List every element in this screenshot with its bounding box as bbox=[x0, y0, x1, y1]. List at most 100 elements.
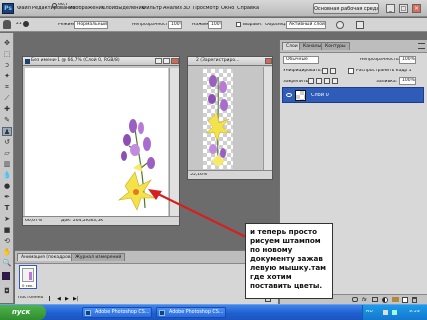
lock-pixels-icon[interactable] bbox=[316, 78, 322, 84]
link-layers-icon[interactable] bbox=[352, 297, 358, 302]
blend-mode-select[interactable]: Обычные bbox=[283, 56, 319, 64]
blur-tool-icon[interactable]: 💧 bbox=[2, 171, 12, 180]
3d-rotate-tool-icon[interactable]: ⟲ bbox=[2, 237, 12, 246]
menu-layers[interactable]: Слои bbox=[102, 6, 115, 11]
maximize-button[interactable]: □ bbox=[399, 4, 408, 13]
magic-wand-tool-icon[interactable]: ✦ bbox=[2, 72, 12, 81]
zoom-icon[interactable] bbox=[52, 3, 57, 8]
eyedropper-tool-icon[interactable]: ⟋ bbox=[2, 94, 12, 103]
layer-opacity-field[interactable]: 100% bbox=[399, 56, 416, 64]
marquee-tool-icon[interactable]: ⬚ bbox=[2, 50, 12, 59]
lock-position-icon[interactable] bbox=[324, 78, 330, 84]
menu-image[interactable]: Изображение bbox=[69, 6, 105, 11]
shape-tool-icon[interactable]: ■ bbox=[2, 226, 12, 235]
loop-select[interactable]: Постоянно bbox=[18, 296, 43, 301]
document-1-close-icon[interactable] bbox=[171, 58, 179, 64]
lasso-tool-icon[interactable]: ↄ bbox=[2, 61, 12, 70]
crop-tool-icon[interactable]: ⌗ bbox=[2, 83, 12, 92]
menu-analysis[interactable]: Анализ bbox=[163, 6, 182, 11]
brush-size-value[interactable]: 21 bbox=[16, 22, 22, 27]
tab-paths[interactable]: Контуры bbox=[321, 42, 350, 50]
pressure-tablet-icon[interactable] bbox=[356, 21, 364, 29]
brush-picker-icon[interactable] bbox=[23, 21, 29, 27]
normalize-position-icon[interactable] bbox=[322, 68, 328, 74]
document-1-maximize-icon[interactable] bbox=[163, 58, 170, 64]
menu-help[interactable]: Справка bbox=[237, 6, 259, 11]
document-1-zoom-value[interactable]: 66,67% bbox=[25, 219, 42, 224]
panel-menu-icon[interactable] bbox=[418, 43, 425, 49]
sample-select[interactable]: Активный слой bbox=[286, 21, 326, 29]
first-frame-icon[interactable] bbox=[49, 296, 54, 301]
spread-frame-checkbox[interactable] bbox=[348, 68, 354, 74]
normalize-label: Унифицировать: bbox=[283, 69, 323, 73]
healing-brush-tool-icon[interactable]: ✚ bbox=[2, 105, 12, 114]
layer-visibility-eye-icon[interactable] bbox=[286, 93, 292, 97]
taskbar-item-photoshop-2[interactable]: Adobe Photoshop CS... bbox=[156, 307, 226, 318]
ignore-adjustment-icon[interactable] bbox=[336, 21, 344, 29]
document-2-canvas[interactable] bbox=[203, 69, 233, 169]
pen-tool-icon[interactable]: ✒ bbox=[2, 193, 12, 202]
volume-icon[interactable] bbox=[383, 310, 388, 315]
history-brush-tool-icon[interactable]: ↺ bbox=[2, 138, 12, 147]
document-1-doc-size[interactable]: Док: 264,2K/83,5K bbox=[61, 219, 103, 224]
adjustment-layer-icon[interactable] bbox=[382, 297, 388, 303]
document-1-minimize-icon[interactable] bbox=[155, 58, 162, 64]
hand-tool-icon[interactable]: ✋ bbox=[2, 248, 12, 257]
language-indicator[interactable]: RU bbox=[366, 310, 373, 315]
gradient-tool-icon[interactable]: ▥ bbox=[2, 160, 12, 169]
clock[interactable]: 9:39 bbox=[409, 310, 420, 315]
menu-view[interactable]: Просмотр bbox=[193, 6, 219, 11]
animation-body bbox=[15, 263, 278, 305]
photoshop-logo[interactable]: Ps bbox=[2, 3, 14, 14]
minimize-button[interactable]: _ bbox=[386, 4, 395, 13]
start-button[interactable]: пуск bbox=[0, 305, 46, 320]
mode-select[interactable]: Нормальный bbox=[74, 21, 108, 29]
workspace-button[interactable]: Основная рабочая среда bbox=[313, 3, 379, 14]
layer-style-icon[interactable]: fx bbox=[362, 297, 367, 303]
add-mask-icon[interactable] bbox=[372, 297, 378, 302]
next-frame-icon[interactable]: ▶| bbox=[73, 296, 79, 302]
dodge-tool-icon[interactable]: ● bbox=[2, 182, 12, 191]
close-button[interactable]: × bbox=[412, 4, 421, 13]
pressure-field[interactable]: 100% bbox=[208, 21, 222, 29]
tab-measurement-log[interactable]: Журнал измерений bbox=[71, 253, 126, 261]
clone-stamp-tool-icon[interactable] bbox=[3, 20, 11, 29]
opacity-field[interactable]: 100% bbox=[168, 21, 182, 29]
document-2-zoom-value[interactable]: 55,16% bbox=[190, 173, 207, 178]
document-2-vertical-scrollbar[interactable] bbox=[263, 67, 272, 170]
network-icon[interactable] bbox=[392, 310, 397, 315]
document-2-close-icon[interactable] bbox=[265, 58, 272, 64]
frame-1[interactable]: 0 сек. bbox=[19, 265, 37, 289]
brush-tool-icon[interactable]: ✎ bbox=[2, 116, 12, 125]
layer-row[interactable]: Слой 0 bbox=[282, 87, 424, 103]
document-2-title[interactable]: 2 (Зарегистриро... bbox=[188, 57, 272, 66]
zoom-level[interactable]: 66,7 bbox=[58, 3, 68, 8]
foreground-color-swatch[interactable] bbox=[2, 272, 10, 280]
menu-select[interactable]: Выделение bbox=[115, 6, 145, 11]
layer-name[interactable]: Слой 0 bbox=[311, 93, 329, 98]
move-tool-icon[interactable]: ✥ bbox=[2, 39, 12, 48]
clone-stamp-tool-button-icon[interactable]: ♟ bbox=[2, 127, 12, 136]
eraser-tool-icon[interactable]: ▱ bbox=[2, 149, 12, 158]
lock-label: Закрепить: bbox=[283, 80, 310, 84]
previous-frame-icon[interactable]: ◀ bbox=[57, 296, 61, 302]
taskbar-item-photoshop-1[interactable]: Adobe Photoshop CS... bbox=[82, 307, 152, 318]
quick-mask-icon[interactable]: ◘ bbox=[2, 287, 12, 296]
menu-filter[interactable]: Фильтр bbox=[142, 6, 162, 11]
play-icon[interactable]: ▶ bbox=[65, 296, 69, 302]
menu-3d[interactable]: 3D bbox=[183, 6, 190, 11]
fill-field[interactable]: 100% bbox=[399, 77, 416, 85]
new-group-icon[interactable] bbox=[392, 297, 399, 302]
new-layer-icon[interactable] bbox=[402, 297, 408, 303]
delete-layer-icon[interactable] bbox=[412, 297, 417, 303]
type-tool-icon[interactable]: T bbox=[2, 204, 12, 213]
lock-transparency-icon[interactable] bbox=[308, 78, 314, 84]
frame-1-time[interactable]: 0 сек. bbox=[22, 284, 34, 288]
path-selection-tool-icon[interactable]: ➤ bbox=[2, 215, 12, 224]
menu-window[interactable]: Окно bbox=[221, 6, 234, 11]
lock-all-icon[interactable] bbox=[332, 78, 338, 84]
aligned-checkbox[interactable] bbox=[236, 22, 241, 27]
menu-file[interactable]: Файл bbox=[17, 6, 31, 11]
zoom-tool-icon[interactable]: 🔍 bbox=[2, 259, 12, 268]
normalize-visibility-icon[interactable] bbox=[330, 68, 336, 74]
